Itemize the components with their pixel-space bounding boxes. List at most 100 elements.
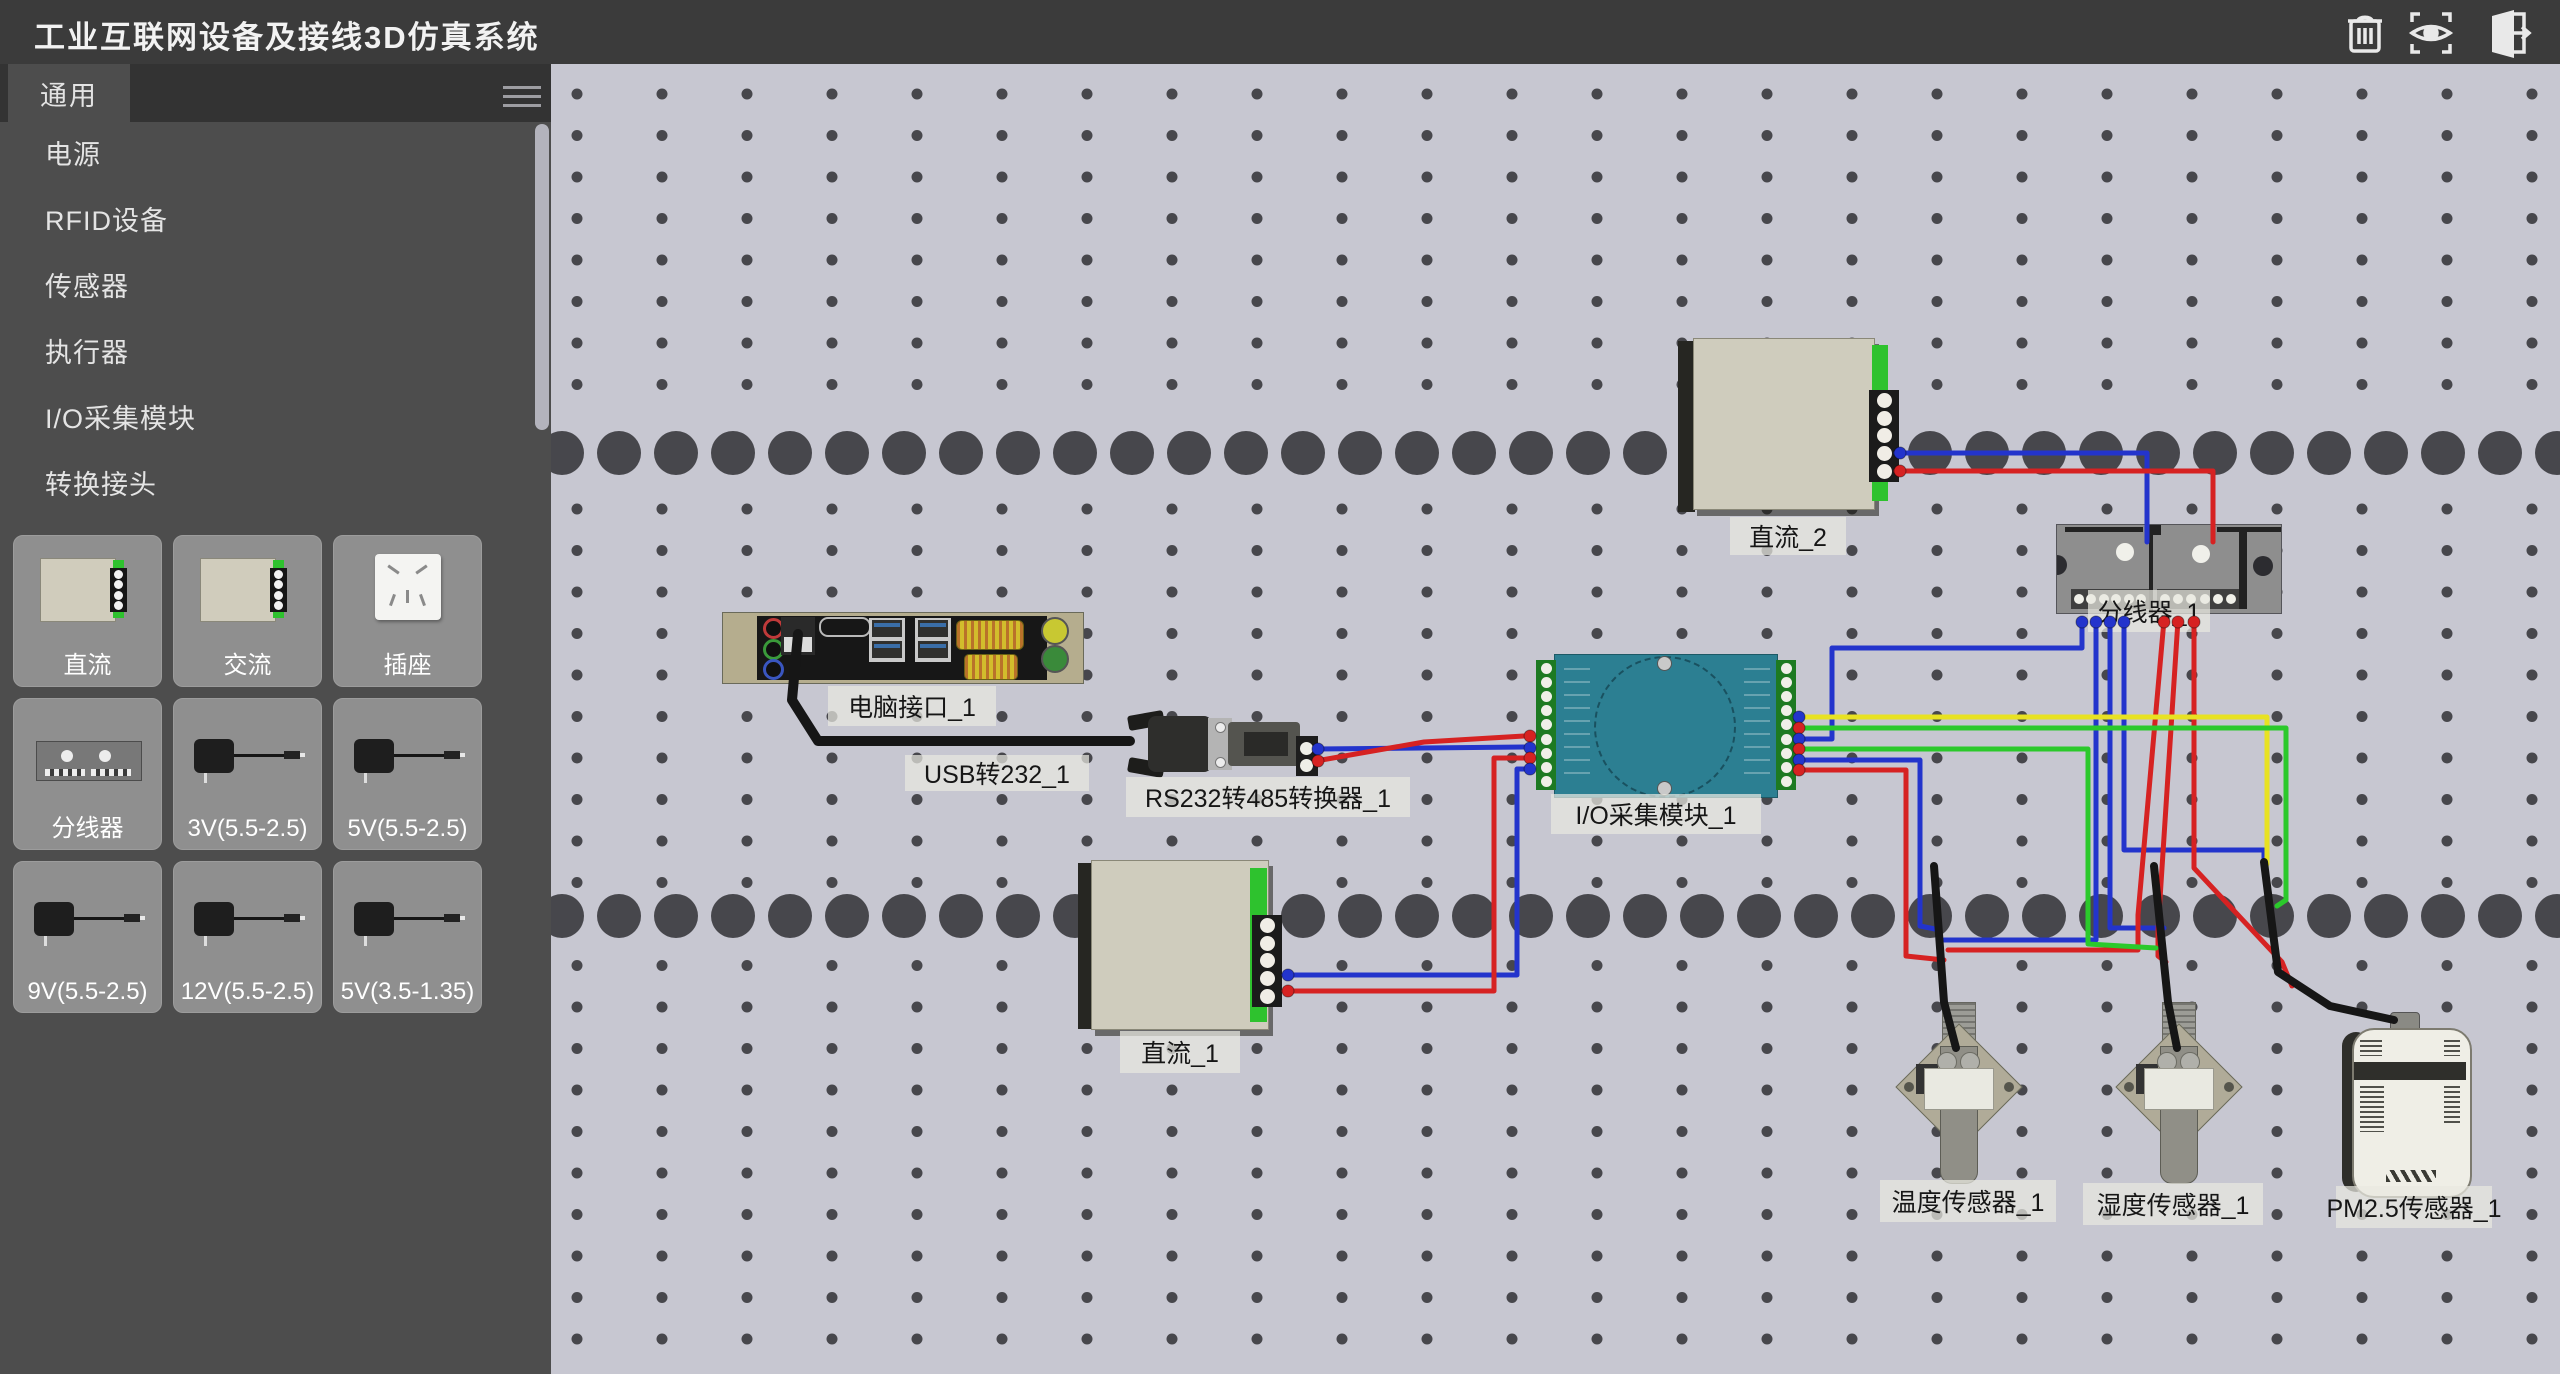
peg-hole: [1337, 1168, 1348, 1179]
exit-icon[interactable]: [2478, 6, 2532, 60]
peg-hole: [1422, 628, 1433, 639]
peg-hole: [2527, 1292, 2538, 1303]
tile-label: 12V(5.5-2.5): [174, 978, 321, 1006]
peg-hole: [1252, 1168, 1263, 1179]
device-dc-power-1[interactable]: [1078, 860, 1288, 1032]
peg-hole: [2187, 213, 2198, 224]
peg-hole: [2017, 794, 2028, 805]
peg-hole: [1252, 379, 1263, 390]
tile-12V(5.5-2.5)[interactable]: 12V(5.5-2.5): [173, 861, 322, 1013]
peg-hole: [1167, 587, 1178, 598]
dsub-body: [1228, 722, 1300, 766]
peg-hole: [1592, 1043, 1603, 1054]
dc-module-terminal-block: [1869, 390, 1899, 482]
tile-5V(5.5-2.5)[interactable]: 5V(5.5-2.5): [333, 698, 482, 850]
menu-icon[interactable]: [503, 86, 541, 108]
peg-hole: [1847, 628, 1858, 639]
peg-hole: [2017, 836, 2028, 847]
device-label: RS232转485转换器_1: [1126, 777, 1410, 817]
device-io-module[interactable]: [1536, 654, 1798, 796]
device-temp-sensor[interactable]: [1890, 1000, 2026, 1190]
peg-hole: [742, 877, 753, 888]
peg-hole: [1422, 1043, 1433, 1054]
sidebar-item-5[interactable]: 转换接头: [0, 452, 551, 518]
peg-hole: [1337, 587, 1348, 598]
peg-hole: [1762, 1292, 1773, 1303]
device-humidity-sensor[interactable]: [2110, 1000, 2246, 1190]
peg-hole: [657, 338, 668, 349]
sidebar-item-1[interactable]: RFID设备: [0, 188, 551, 254]
peg-hole: [2102, 711, 2113, 722]
peg-hole: [1932, 628, 1943, 639]
peg-hole: [572, 504, 583, 515]
peg-hole: [742, 836, 753, 847]
peg-hole: [1337, 628, 1348, 639]
sidebar-item-0[interactable]: 电源: [0, 122, 551, 188]
peg-hole: [827, 379, 838, 390]
peg-hole: [1762, 587, 1773, 598]
peg-hole: [572, 379, 583, 390]
peg-hole: [742, 379, 753, 390]
tile-5V(3.5-1.35)[interactable]: 5V(3.5-1.35): [333, 861, 482, 1013]
peg-hole: [1592, 1209, 1603, 1220]
peg-hole: [1337, 1085, 1348, 1096]
peg-hole: [1167, 172, 1178, 183]
peg-hole-large: [2022, 431, 2066, 475]
peg-hole: [1252, 130, 1263, 141]
peg-hole: [1167, 255, 1178, 266]
peg-hole: [2442, 877, 2453, 888]
sidebar-item-4[interactable]: I/O采集模块: [0, 386, 551, 452]
peg-hole: [1762, 255, 1773, 266]
tile-分线器[interactable]: 分线器: [13, 698, 162, 850]
peg-hole: [1847, 1209, 1858, 1220]
peg-hole: [2357, 545, 2368, 556]
device-dc-power-2[interactable]: [1678, 338, 1900, 515]
sidebar-item-2[interactable]: 传感器: [0, 254, 551, 320]
peg-hole: [997, 545, 1008, 556]
peg-hole: [1422, 1126, 1433, 1137]
peg-hole: [1252, 89, 1263, 100]
peg-hole: [1847, 670, 1858, 681]
peg-hole: [1337, 753, 1348, 764]
peg-hole-large: [1395, 894, 1439, 938]
peg-hole: [2442, 753, 2453, 764]
peg-hole: [912, 172, 923, 183]
tile-交流[interactable]: 交流: [173, 535, 322, 687]
audio-jack-blue: [763, 659, 784, 680]
peg-hole-large: [1338, 894, 1382, 938]
peg-hole-large: [2250, 894, 2294, 938]
ps2-port: [781, 617, 815, 655]
view-focus-icon[interactable]: [2404, 6, 2458, 60]
tile-9V(5.5-2.5)[interactable]: 9V(5.5-2.5): [13, 861, 162, 1013]
peg-hole-large: [1965, 431, 2009, 475]
tile-3V(5.5-2.5)[interactable]: 3V(5.5-2.5): [173, 698, 322, 850]
io-screw: [1657, 656, 1672, 671]
device-label: 直流_1: [1120, 1031, 1240, 1073]
peg-hole-large: [1110, 431, 1154, 475]
peg-hole: [1592, 545, 1603, 556]
tile-插座[interactable]: 插座: [333, 535, 482, 687]
peg-hole: [1762, 1251, 1773, 1262]
sidebar-item-3[interactable]: 执行器: [0, 320, 551, 386]
device-rs232-485-converter[interactable]: [1126, 712, 1322, 776]
peg-hole: [742, 545, 753, 556]
tile-直流[interactable]: 直流: [13, 535, 162, 687]
peg-hole: [657, 1168, 668, 1179]
peg-hole: [742, 1334, 753, 1345]
peg-hole: [1762, 1168, 1773, 1179]
menu-scrollbar[interactable]: [535, 124, 549, 430]
trash-icon[interactable]: [2338, 6, 2392, 60]
peg-hole: [1847, 753, 1858, 764]
peg-hole: [997, 338, 1008, 349]
device-label: 温度传感器_1: [1880, 1180, 2056, 1222]
device-pc-interface[interactable]: [722, 612, 1084, 684]
peg-hole: [2527, 255, 2538, 266]
peg-hole: [1592, 172, 1603, 183]
tab-general[interactable]: 通用: [8, 64, 130, 122]
peg-hole: [1847, 1168, 1858, 1179]
peg-hole: [997, 379, 1008, 390]
peg-hole: [657, 877, 668, 888]
device-pm25-sensor[interactable]: [2338, 1010, 2478, 1196]
peg-hole: [2357, 836, 2368, 847]
peg-hole: [1507, 255, 1518, 266]
